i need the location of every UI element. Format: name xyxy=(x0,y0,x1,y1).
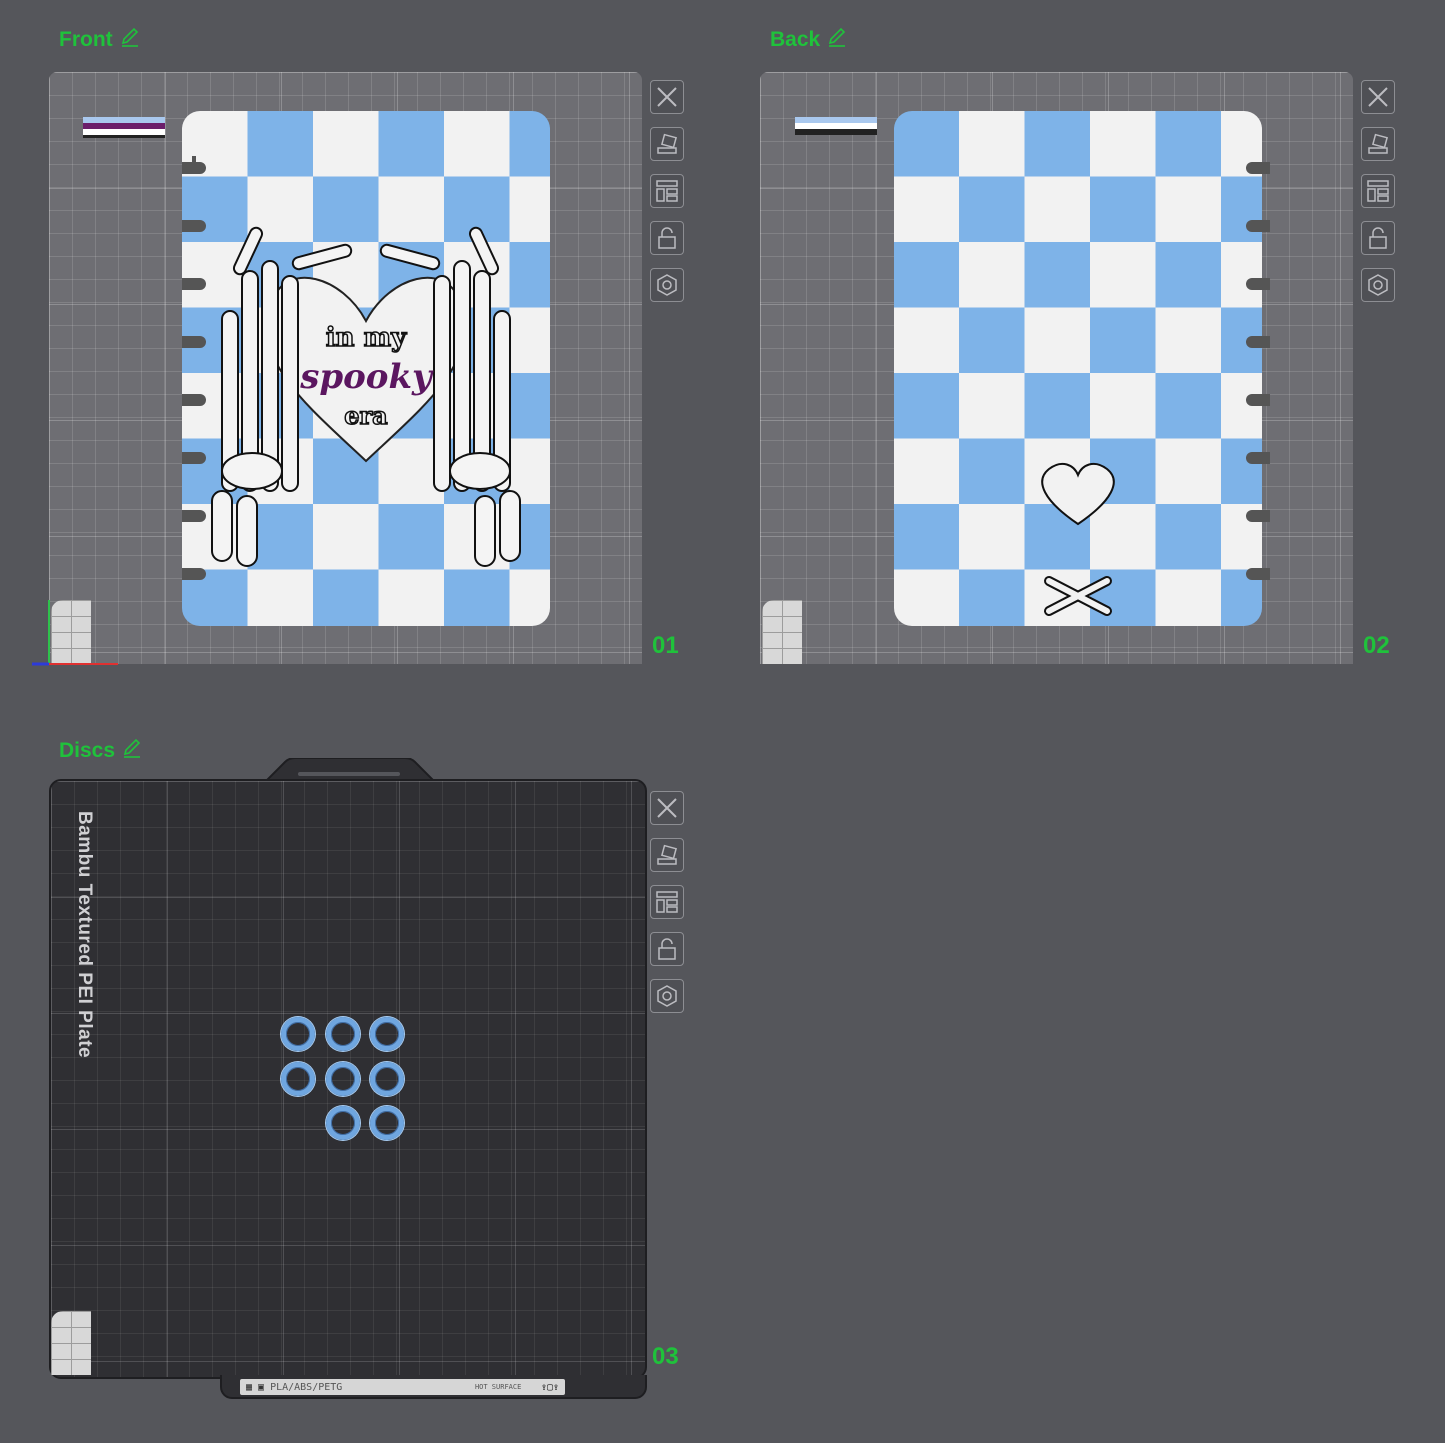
plate-toolbar-front xyxy=(650,80,686,302)
lock-icon[interactable] xyxy=(650,221,684,255)
disc-model[interactable] xyxy=(326,1017,360,1051)
artwork-text-line1: in my xyxy=(325,322,407,354)
arrange-icon[interactable] xyxy=(1361,174,1395,208)
disc-model[interactable] xyxy=(326,1062,360,1096)
plate-material-label: PLA/ABS/PETG xyxy=(270,1381,343,1393)
artwork-text-line2: spooky xyxy=(300,357,432,397)
disc-model[interactable] xyxy=(281,1017,315,1051)
heart-crossbones-artwork xyxy=(1041,462,1115,616)
build-plate-front[interactable]: in my spooky era xyxy=(49,72,642,664)
settings-icon[interactable] xyxy=(1361,268,1395,302)
close-icon[interactable] xyxy=(650,791,684,825)
disc-model[interactable] xyxy=(281,1062,315,1096)
plate-corner-marker xyxy=(51,1311,91,1375)
plate-name: Front xyxy=(59,28,113,51)
build-plate-discs[interactable]: Bambu Textured PEI Plate xyxy=(49,779,647,1379)
filament-swatch xyxy=(795,117,877,135)
disc-model[interactable] xyxy=(326,1106,360,1140)
lock-icon[interactable] xyxy=(650,932,684,966)
front-cover-model[interactable]: in my spooky era xyxy=(182,111,550,626)
plate-title-front[interactable]: Front xyxy=(59,26,141,54)
lock-icon[interactable] xyxy=(1361,221,1395,255)
settings-icon[interactable] xyxy=(650,268,684,302)
hot-surface-label: HOT SURFACE xyxy=(474,1382,522,1391)
auto-orient-icon[interactable] xyxy=(1361,127,1395,161)
plate-type-label: Bambu Textured PEI Plate xyxy=(74,811,95,1059)
auto-orient-icon[interactable] xyxy=(650,838,684,872)
build-plate-back[interactable] xyxy=(760,72,1353,664)
artwork-text-line3: era xyxy=(344,400,389,431)
pencil-icon[interactable] xyxy=(826,26,848,54)
plate-name: Back xyxy=(770,28,821,51)
plate-name: Discs xyxy=(59,739,116,762)
plate-info-strip: ▦ ▣ PLA/ABS/PETG HOT SURFACE ⇪▢⇪ xyxy=(240,1379,565,1395)
qr-icon: ▦ ▣ xyxy=(246,1381,265,1393)
plate-symbols-icon: ⇪▢⇪ xyxy=(540,1381,559,1393)
pencil-icon[interactable] xyxy=(121,737,143,765)
plate-title-discs[interactable]: Discs xyxy=(59,737,143,765)
settings-icon[interactable] xyxy=(650,979,684,1013)
back-cover-model[interactable] xyxy=(894,111,1262,626)
disc-model[interactable] xyxy=(370,1017,404,1051)
close-icon[interactable] xyxy=(650,80,684,114)
plate-number: 03 xyxy=(652,1343,679,1370)
plate-corner-marker xyxy=(762,600,802,664)
filament-swatch xyxy=(83,117,165,138)
disc-model[interactable] xyxy=(370,1106,404,1140)
plate-toolbar-discs xyxy=(650,791,686,1013)
plate-number: 02 xyxy=(1363,632,1390,659)
close-icon[interactable] xyxy=(1361,80,1395,114)
arrange-icon[interactable] xyxy=(650,885,684,919)
arrange-icon[interactable] xyxy=(650,174,684,208)
disc-model[interactable] xyxy=(370,1062,404,1096)
auto-orient-icon[interactable] xyxy=(650,127,684,161)
plate-number: 01 xyxy=(652,632,679,659)
plate-title-back[interactable]: Back xyxy=(770,26,848,54)
axes-indicator-icon xyxy=(32,600,118,666)
plate-toolbar-back xyxy=(1361,80,1397,302)
pencil-icon[interactable] xyxy=(119,26,141,54)
